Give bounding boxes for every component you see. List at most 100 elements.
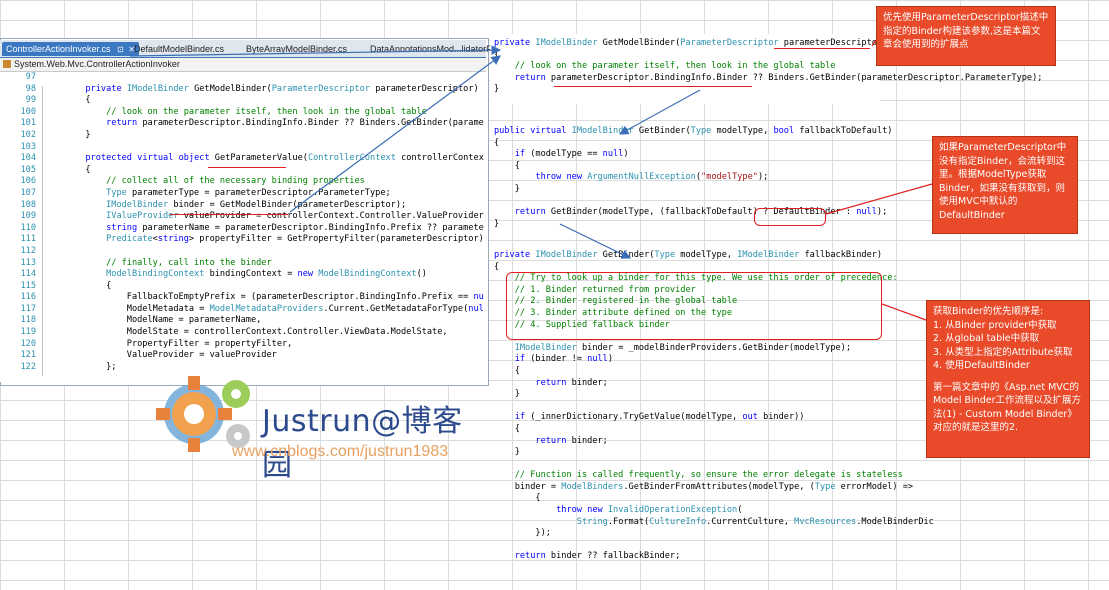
code-line: Type parameterType = parameterDescriptor… <box>106 187 391 198</box>
code-line: return binder; <box>535 377 608 388</box>
pin-icon[interactable]: ⊡ <box>117 45 124 54</box>
code-line: IModelBinder binder = GetModelBinder(par… <box>106 199 407 210</box>
code-line: return binder ?? fallbackBinder; <box>514 551 681 562</box>
line-number: 106 <box>20 176 36 187</box>
watermark-title: Justrun@博客园 <box>262 404 463 483</box>
line-number-gutter: 97 98 99 100 101 102 103 104 105 106 107 108 109 110 1… <box>0 72 40 382</box>
highlight-bindinginfo-binder <box>554 84 752 87</box>
line-number: 108 <box>20 199 36 210</box>
code-line: if (binder != null) <box>514 354 614 365</box>
code-line: // Function is called frequently, so ens… <box>514 470 903 481</box>
code-line: ModelState = controllerContext.Controlle… <box>44 327 448 338</box>
left-code-editor[interactable]: ​ private IModelBinder GetModelBinder(Pa… <box>44 72 484 382</box>
line-number: 113 <box>20 257 36 268</box>
line-number: 101 <box>20 118 36 129</box>
code-line: // finally, call into the binder <box>106 257 272 268</box>
code-line: throw new ArgumentNullException("modelTy… <box>535 172 769 183</box>
code-line: protected virtual object GetParameterVal… <box>85 153 484 164</box>
code-line: if (_innerDictionary.TryGetValue(modelTy… <box>514 412 805 423</box>
annotation-fallback-default: 如果ParameterDescriptor中没有指定Binder，会流转到这里。… <box>932 136 1078 234</box>
code-line: FallbackToEmptyPrefix = (parameterDescri… <box>44 292 484 303</box>
tab-bytearraymodelbinder[interactable]: ByteArrayModelBinder.cs <box>246 42 347 56</box>
code-line: } <box>494 183 520 194</box>
binder-order-item: 1. 从Binder provider中获取 <box>933 319 1057 331</box>
line-number: 97 <box>25 72 36 82</box>
code-line: } <box>494 389 520 400</box>
code-line: ModelBindingContext bindingContext = new… <box>106 269 427 280</box>
code-line: String.Format(CultureInfo.CurrentCulture… <box>576 516 934 527</box>
line-number: 105 <box>20 164 36 175</box>
code-line: return parameterDescriptor.BindingInfo.B… <box>514 72 1043 83</box>
code-line: }); <box>494 528 551 539</box>
code-line: return binder; <box>535 435 608 446</box>
code-line: { <box>494 423 520 434</box>
line-number: 114 <box>20 269 36 280</box>
editor-tab-bar: ControllerActionInvoker.cs ⊡ ✕ DefaultMo… <box>0 40 500 59</box>
code-line: ​ <box>494 540 914 552</box>
blog-watermark: Justrun@博客园 www.cnblogs.com/justrun1983 <box>152 370 492 483</box>
line-number: 109 <box>20 211 36 222</box>
highlight-precedence-comments <box>506 272 882 340</box>
line-number: 102 <box>20 129 36 140</box>
code-line: binder = ModelBinders.GetBinderFromAttri… <box>494 481 914 492</box>
line-number: 122 <box>20 361 36 372</box>
line-number: 104 <box>20 153 36 164</box>
line-number: 115 <box>20 280 36 291</box>
line-number: 116 <box>20 292 36 303</box>
code-line: private IModelBinder GetBinder(Type mode… <box>494 250 883 260</box>
highlight-getparametervalue <box>208 165 286 168</box>
namespace-label: System.Web.Mvc.ControllerActionInvoker <box>14 59 180 69</box>
code-line: IModelBinder binder = _modelBinderProvid… <box>514 342 852 353</box>
binder-order-title: 获取Binder的优先顺序是: <box>933 306 1044 317</box>
code-line: // look on the parameter itself, then lo… <box>106 106 427 117</box>
code-line: { <box>494 493 541 504</box>
line-number: 99 <box>25 95 36 106</box>
code-line: ValueProvider = valueProvider <box>44 350 277 361</box>
code-line: Predicate<string> propertyFilter = GetPr… <box>106 234 484 245</box>
code-line: throw new InvalidOperationException( <box>556 505 743 516</box>
tab-label: ControllerActionInvoker.cs <box>6 44 111 54</box>
line-number: 112 <box>20 245 36 256</box>
line-number: 103 <box>20 141 36 152</box>
line-number: 107 <box>20 187 36 198</box>
code-line: public virtual IModelBinder GetBinder(Ty… <box>494 126 893 136</box>
collapse-guide <box>42 86 43 376</box>
code-line: return parameterDescriptor.BindingInfo.B… <box>106 118 484 129</box>
code-line: if (modelType == null) <box>514 149 629 160</box>
code-line: } <box>494 447 520 458</box>
code-line: { <box>44 95 91 106</box>
code-line: { <box>494 365 520 376</box>
binder-order-item: 2. 从global table中获取 <box>933 333 1040 344</box>
class-icon <box>3 60 11 68</box>
code-line: private IModelBinder GetModelBinder(Para… <box>85 83 479 94</box>
tab-dataannotations[interactable]: DataAnnotationsMod...lidatorPro <box>370 42 500 56</box>
binder-order-footer: 第一篇文章中的《Asp.net MVC的Model Binder工作流程以及扩展… <box>933 381 1082 434</box>
code-line: { <box>44 280 112 291</box>
code-line: ​ <box>494 459 914 471</box>
annotation-binder-order: 获取Binder的优先顺序是: 1. 从Binder provider中获取 2… <box>926 300 1090 458</box>
line-number: 98 <box>25 83 36 94</box>
line-number: 117 <box>20 303 36 314</box>
code-line: ​ <box>44 72 484 84</box>
line-number: 121 <box>20 350 36 361</box>
line-number: 111 <box>20 234 36 245</box>
code-line: // collect all of the necessary binding … <box>106 176 365 187</box>
code-block-getbinder-fallbacktodefault[interactable]: public virtual IModelBinder GetBinder(Ty… <box>494 126 914 230</box>
line-number: 100 <box>20 106 36 117</box>
code-line: ModelName = parameterName, <box>44 315 262 326</box>
code-line: PropertyFilter = propertyFilter, <box>44 338 293 349</box>
code-line: { <box>494 160 520 171</box>
line-number: 119 <box>20 327 36 338</box>
highlight-defaultbinder <box>754 208 826 226</box>
line-number: 118 <box>20 315 36 326</box>
code-line: ​ <box>494 401 914 413</box>
code-line: } <box>44 129 91 140</box>
highlight-getmodelbinder-call <box>170 212 288 215</box>
annotation-parameter-descriptor: 优先使用ParameterDescriptor描述中指定的Binder构建该参数… <box>876 6 1056 66</box>
tab-controlleractioninvoker[interactable]: ControllerActionInvoker.cs ⊡ ✕ <box>2 42 139 56</box>
namespace-dropdown[interactable]: System.Web.Mvc.ControllerActionInvoker <box>0 58 486 72</box>
line-number: 120 <box>20 338 36 349</box>
tab-defaultmodelbinder[interactable]: DefaultModelBinder.cs <box>134 42 224 56</box>
watermark-url: www.cnblogs.com/justrun1983 <box>232 443 449 460</box>
binder-order-item: 3. 从类型上指定的Attribute获取 <box>933 346 1073 358</box>
